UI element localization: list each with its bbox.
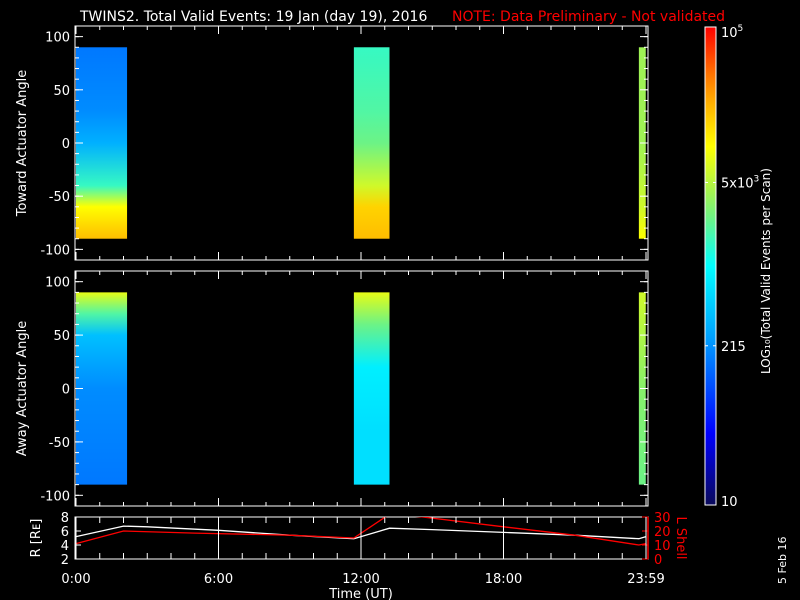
tick-base: 10 <box>721 495 738 510</box>
x-axis-label: Time (UT) <box>328 587 393 600</box>
x-tick-label: 23:59 <box>627 572 664 587</box>
heatmap-block <box>353 292 390 485</box>
colorbar-tick-label: 215 <box>721 340 746 355</box>
tick-base: 5x10 <box>721 176 754 191</box>
colorbar-label: LOG₁₀(Total Valid Events per Scan) <box>759 168 773 374</box>
y-axis-label: Toward Actuator Angle <box>15 70 30 217</box>
colorbar <box>704 26 717 506</box>
y-tick-label: 50 <box>53 329 70 344</box>
y-tick-label: -100 <box>40 489 70 504</box>
y-tick-label: 0 <box>62 137 70 152</box>
heatmap-block <box>353 47 390 239</box>
tick-exponent: 5 <box>738 24 744 34</box>
colorbar-tick-label: 5x103 <box>721 174 759 191</box>
colorbar-tick-label: 105 <box>721 24 743 41</box>
x-tick-label: 18:00 <box>485 572 522 587</box>
y-tick-label: 0 <box>62 383 70 398</box>
heatmap-block <box>76 292 128 485</box>
y-tick-label: 50 <box>53 84 70 99</box>
preliminary-note: NOTE: Data Preliminary - Not validated <box>452 9 725 25</box>
colorbar-tick-label: 10 <box>721 495 738 510</box>
y-tick-label: 2 <box>61 553 69 568</box>
y-right-tick-label: 30 <box>654 511 671 526</box>
y-right-axis-label: L Shell <box>673 516 688 559</box>
tick-base: 10 <box>721 26 738 41</box>
y-axis-label: Away Actuator Angle <box>15 321 30 456</box>
x-tick-label: 6:00 <box>204 572 233 587</box>
y-tick-label: 100 <box>45 276 70 291</box>
y-tick-label: 8 <box>61 511 69 526</box>
y-tick-label: 4 <box>61 539 69 554</box>
y-tick-label: 6 <box>61 525 69 540</box>
y-axis-label: R [Rᴇ] <box>29 519 44 558</box>
y-tick-label: -50 <box>49 436 70 451</box>
y-right-tick-label: 10 <box>654 539 671 554</box>
x-tick-label: 0:00 <box>61 572 90 587</box>
y-tick-label: -100 <box>40 243 70 258</box>
plot-title: TWINS2. Total Valid Events: 19 Jan (day … <box>79 9 427 25</box>
heatmap-block <box>76 47 128 239</box>
tick-base: 215 <box>721 340 746 355</box>
y-tick-label: -50 <box>49 190 70 205</box>
y-tick-label: 100 <box>45 31 70 46</box>
plot-canvas: TWINS2. Total Valid Events: 19 Jan (day … <box>15 9 789 600</box>
y-right-tick-label: 0 <box>654 553 662 568</box>
y-right-tick-label: 20 <box>654 525 671 540</box>
date-stamp: 5 Feb 16 <box>776 537 789 584</box>
x-tick-label: 12:00 <box>342 572 379 587</box>
